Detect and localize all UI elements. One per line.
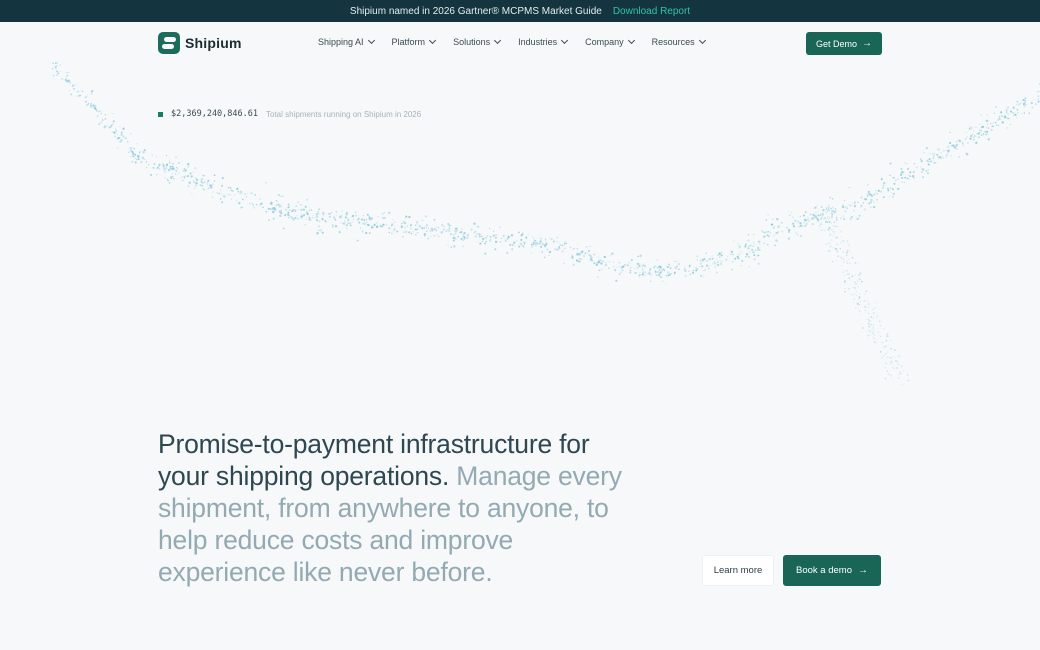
chevron-down-icon <box>494 36 502 45</box>
chevron-down-icon <box>698 36 706 45</box>
shipment-counter: $2,369,240,846.61 Total shipments runnin… <box>158 109 421 119</box>
chevron-down-icon <box>627 36 635 45</box>
book-demo-button[interactable]: Book a demo → <box>783 555 881 586</box>
counter-value: $2,369,240,846.61 <box>171 109 258 119</box>
main-menu: Shipping AI Platform Solutions Industrie… <box>318 36 723 47</box>
learn-more-button[interactable]: Learn more <box>702 555 774 586</box>
chevron-down-icon <box>561 36 569 45</box>
arrow-right-icon: → <box>862 37 872 49</box>
learn-more-label: Learn more <box>713 565 763 576</box>
particle-wave-background <box>51 62 1040 386</box>
brand-name: Shipium <box>185 35 242 51</box>
shipium-logo-icon <box>158 32 180 54</box>
book-demo-label: Book a demo <box>796 565 852 576</box>
chevron-down-icon <box>429 36 437 45</box>
arrow-right-icon: → <box>857 564 868 576</box>
counter-indicator-icon <box>158 111 163 117</box>
nav-item-shipping-ai[interactable]: Shipping AI <box>318 36 375 47</box>
hero-headline: Promise-to-payment infrastructure for yo… <box>158 428 628 588</box>
nav-item-label: Company <box>585 37 624 47</box>
nav-item-label: Solutions <box>453 37 491 47</box>
nav-item-company[interactable]: Company <box>585 36 635 47</box>
announcement-text: Shipium named in 2026 Gartner® MCPMS Mar… <box>349 5 602 17</box>
chevron-down-icon <box>367 36 375 45</box>
nav-item-label: Resources <box>651 37 695 47</box>
brand-logo[interactable]: Shipium <box>158 32 242 54</box>
nav-item-resources[interactable]: Resources <box>651 36 706 47</box>
nav-item-label: Shipping AI <box>318 37 364 47</box>
nav-item-platform[interactable]: Platform <box>391 36 437 47</box>
nav-item-solutions[interactable]: Solutions <box>453 36 502 47</box>
nav-item-industries[interactable]: Industries <box>518 36 569 47</box>
nav-item-label: Industries <box>518 37 558 47</box>
announcement-bar: Shipium named in 2026 Gartner® MCPMS Mar… <box>0 0 1040 22</box>
download-report-link[interactable]: Download Report <box>613 6 690 17</box>
nav-item-label: Platform <box>391 37 426 47</box>
top-nav: Shipium Shipping AI Platform Solutions I… <box>0 22 1040 64</box>
get-demo-button[interactable]: Get Demo → <box>806 32 882 55</box>
get-demo-label: Get Demo <box>815 38 857 49</box>
counter-caption: Total shipments running on Shipium in 20… <box>266 109 422 119</box>
